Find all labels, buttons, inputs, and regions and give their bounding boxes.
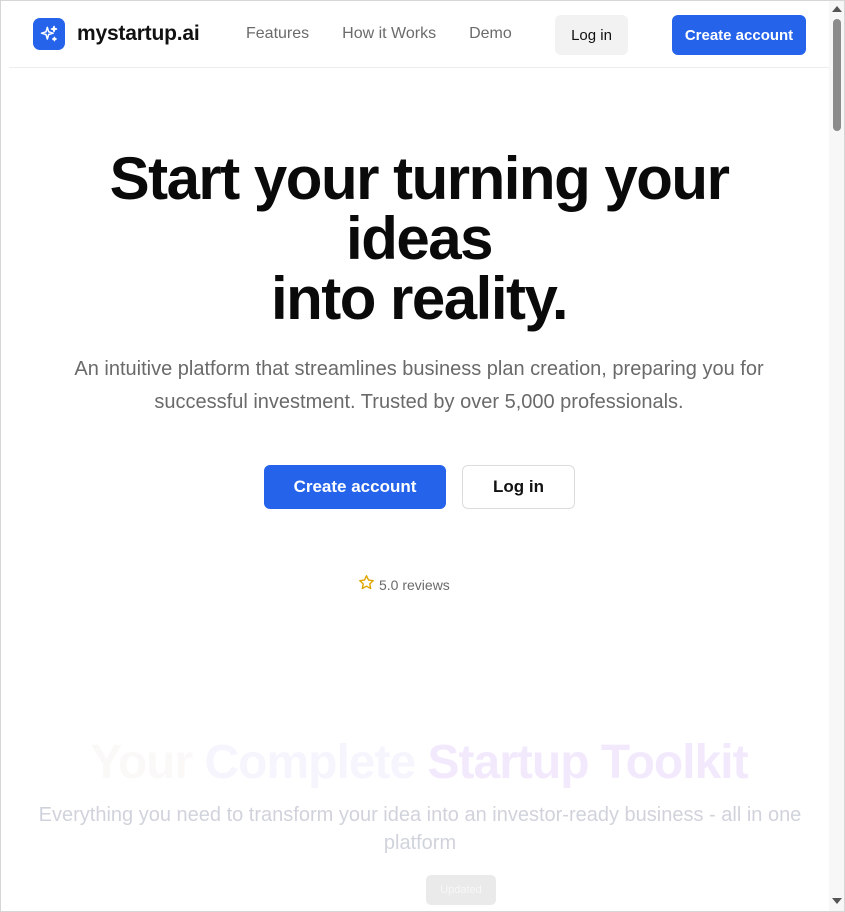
toolkit-title-part-1: Your	[90, 736, 205, 789]
hero-subtitle: An intuitive platform that streamlines b…	[74, 358, 764, 413]
toolkit-subtitle: Everything you need to transform your id…	[38, 804, 802, 854]
hero-title: Start your turning your ideas into reali…	[9, 149, 829, 329]
scroll-up-arrow-icon[interactable]	[832, 6, 842, 12]
sparkles-icon	[33, 18, 65, 50]
reviews-rating: 5.0 reviews	[358, 574, 450, 596]
site-header: mystartup.ai Features How it Works Demo …	[9, 1, 829, 68]
nav-link-features[interactable]: Features	[246, 25, 309, 43]
hero-create-account-button[interactable]: Create account	[264, 465, 446, 509]
reviews-text: 5.0 reviews	[379, 577, 450, 593]
hero-title-line-2: ideas	[346, 205, 493, 272]
toolkit-badge: Updated	[426, 875, 496, 905]
vertical-scrollbar[interactable]	[829, 1, 844, 911]
star-icon	[358, 574, 375, 596]
toolkit-title-part-3: Startup Toolkit	[427, 736, 749, 789]
nav-link-demo[interactable]: Demo	[469, 25, 512, 43]
toolkit-title-part-2: Complete	[204, 736, 428, 789]
brand-name: mystartup.ai	[77, 22, 200, 45]
brand-logo[interactable]: mystartup.ai	[33, 18, 200, 50]
toolkit-title: Your Complete Startup Toolkit	[9, 735, 829, 791]
nav-link-how-it-works[interactable]: How it Works	[342, 25, 436, 43]
browser-viewport: mystartup.ai Features How it Works Demo …	[0, 0, 845, 912]
hero-login-button[interactable]: Log in	[462, 465, 575, 509]
hero-title-line-3: into reality.	[270, 265, 569, 332]
hero-title-line-1: Start your turning your	[109, 145, 730, 212]
scroll-thumb[interactable]	[833, 19, 841, 131]
header-login-button[interactable]: Log in	[555, 15, 628, 55]
header-create-account-button[interactable]: Create account	[672, 15, 806, 55]
main-nav: Features How it Works Demo	[246, 25, 545, 43]
scroll-down-arrow-icon[interactable]	[832, 898, 842, 904]
